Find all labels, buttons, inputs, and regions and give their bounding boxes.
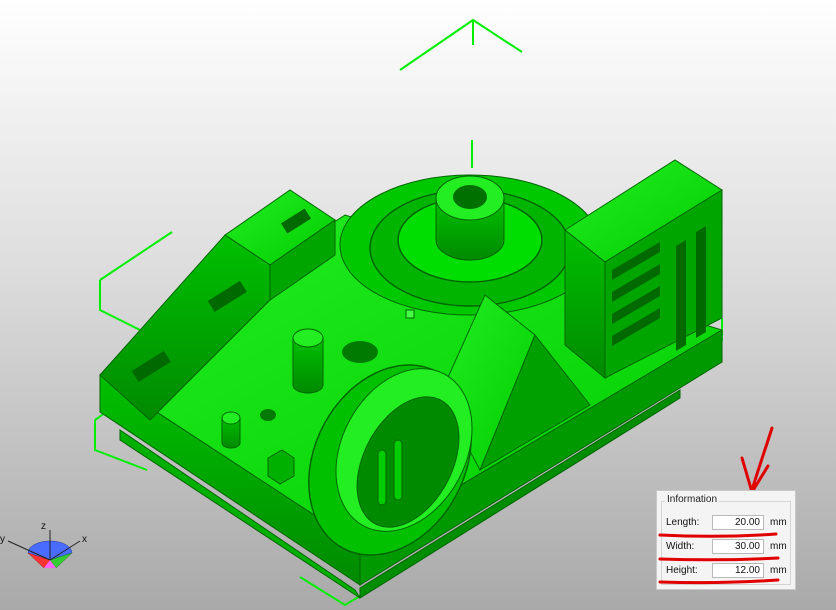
axis-label-y: y (0, 534, 5, 545)
selection-marker (405, 309, 415, 319)
length-label: Length: (666, 517, 700, 528)
height-unit: mm (770, 565, 787, 576)
short-pin-top (221, 411, 241, 425)
info-row-width: Width: 30.00 mm (666, 538, 794, 556)
information-panel: Information Length: 20.00 mm Width: 30.0… (656, 490, 796, 590)
information-title: Information (665, 494, 720, 505)
width-label: Width: (666, 541, 695, 552)
length-unit: mm (770, 517, 787, 528)
height-value-field[interactable]: 12.00 (712, 563, 764, 578)
info-row-length: Length: 20.00 mm (666, 514, 794, 532)
3d-model-part[interactable] (99, 159, 724, 599)
info-row-height: Height: 12.00 mm (666, 562, 794, 580)
center-hole (453, 185, 487, 209)
round-hole-large (342, 341, 378, 363)
axis-gizmo: z x y (0, 521, 87, 569)
axis-label-x: x (82, 534, 87, 545)
width-value-field[interactable]: 30.00 (712, 539, 764, 554)
tall-pin-top (292, 328, 324, 348)
round-hole-small (260, 409, 276, 421)
axis-label-z: z (41, 521, 46, 532)
length-value-field[interactable]: 20.00 (712, 515, 764, 530)
annotation-arrow (740, 426, 774, 496)
width-unit: mm (770, 541, 787, 552)
height-label: Height: (666, 565, 698, 576)
